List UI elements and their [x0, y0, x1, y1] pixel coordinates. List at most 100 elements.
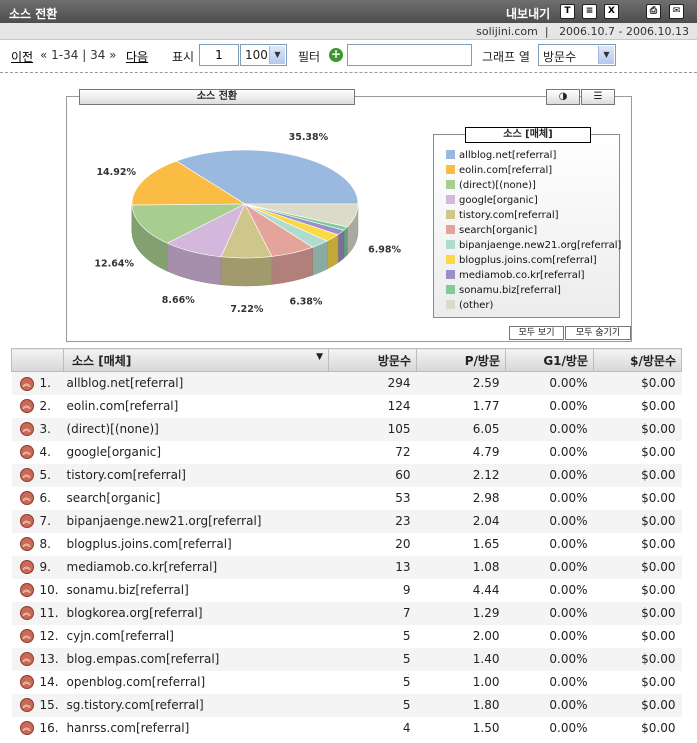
graph-column-select[interactable]: 방문수 ▼: [538, 44, 616, 66]
show-all-button[interactable]: 모두 보기: [509, 326, 564, 340]
legend-item[interactable]: (other): [446, 300, 621, 315]
value-per-visit-cell: $0.00: [593, 578, 682, 602]
value-per-visit-cell: $0.00: [593, 486, 682, 510]
value-per-visit-cell: $0.00: [593, 417, 682, 441]
source-cell[interactable]: blogkorea.org[referral]: [63, 601, 329, 625]
source-cell[interactable]: sonamu.biz[referral]: [63, 578, 329, 602]
table-row[interactable]: ︽ 1. allblog.net[referral] 294 2.59 0.00% $0.0…: [11, 371, 682, 395]
legend-item[interactable]: allblog.net[referral]: [446, 150, 621, 165]
email-icon[interactable]: ✉: [669, 4, 684, 19]
visits-cell: 23: [328, 509, 417, 533]
legend-item[interactable]: google[organic]: [446, 195, 621, 210]
source-cell[interactable]: sg.tistory.com[referral]: [63, 693, 329, 717]
legend-label: eolin.com[referral]: [459, 165, 553, 176]
row-menu-icon[interactable]: ︽: [19, 583, 34, 598]
legend-item[interactable]: sonamu.biz[referral]: [446, 285, 621, 300]
legend-item[interactable]: search[organic]: [446, 225, 621, 240]
row-menu-icon[interactable]: ︽: [19, 606, 34, 621]
row-menu-icon[interactable]: ︽: [19, 514, 34, 529]
value-per-visit-cell: $0.00: [593, 440, 682, 464]
table-row[interactable]: ︽ 14. openblog.com[referral] 5 1.00 0.00% $0.0…: [11, 670, 682, 694]
table-row[interactable]: ︽ 4. google[organic] 72 4.79 0.00% $0.00: [11, 440, 682, 464]
row-menu-icon[interactable]: ︽: [19, 491, 34, 506]
bar-view-icon[interactable]: ☰: [581, 89, 615, 105]
rank-number: 2.: [39, 398, 51, 413]
row-menu-icon[interactable]: ︽: [19, 721, 34, 736]
table-row[interactable]: ︽ 15. sg.tistory.com[referral] 5 1.80 0.00% $0…: [11, 693, 682, 717]
pie-slice-side: [343, 226, 348, 259]
legend-item[interactable]: mediamob.co.kr[referral]: [446, 270, 621, 285]
source-cell[interactable]: google[organic]: [63, 440, 329, 464]
table-row[interactable]: ︽ 7. bipanjaenge.new21.org[referral] 23 2.04…: [11, 509, 682, 533]
legend-swatch: [446, 180, 455, 189]
add-filter-icon[interactable]: +: [329, 48, 343, 62]
row-menu-icon[interactable]: ︽: [19, 560, 34, 575]
column-header-goal-per-visit[interactable]: G1/방문: [505, 348, 594, 372]
pie-view-icon[interactable]: ◑: [546, 89, 580, 105]
filter-input[interactable]: [347, 44, 472, 66]
print-icon[interactable]: ⎙: [646, 4, 661, 19]
sort-desc-icon[interactable]: ▼: [316, 352, 323, 362]
source-cell[interactable]: allblog.net[referral]: [63, 371, 329, 395]
source-cell[interactable]: tistory.com[referral]: [63, 463, 329, 487]
source-cell[interactable]: search[organic]: [63, 486, 329, 510]
table-row[interactable]: ︽ 11. blogkorea.org[referral] 7 1.29 0.00% $0.…: [11, 601, 682, 625]
column-header-pages-per-visit[interactable]: P/방문: [416, 348, 506, 372]
row-menu-icon[interactable]: ︽: [19, 652, 34, 667]
legend-item[interactable]: eolin.com[referral]: [446, 165, 621, 180]
visits-cell: 294: [328, 371, 417, 395]
legend-item[interactable]: blogplus.joins.com[referral]: [446, 255, 621, 270]
row-menu-icon[interactable]: ︽: [19, 422, 34, 437]
row-menu-icon[interactable]: ︽: [19, 445, 34, 460]
row-menu-icon[interactable]: ︽: [19, 537, 34, 552]
rank-cell: ︽ 4.: [11, 440, 64, 464]
visits-cell: 5: [328, 624, 417, 648]
rank-number: 15.: [39, 697, 59, 712]
legend-item[interactable]: tistory.com[referral]: [446, 210, 621, 225]
source-cell[interactable]: blog.empas.com[referral]: [63, 647, 329, 671]
source-cell[interactable]: mediamob.co.kr[referral]: [63, 555, 329, 579]
row-menu-icon[interactable]: ︽: [19, 468, 34, 483]
excel-export-icon[interactable]: X: [604, 4, 619, 19]
visits-cell: 5: [328, 693, 417, 717]
legend-item[interactable]: (direct)[(none)]: [446, 180, 621, 195]
page-size-select[interactable]: 100 ▼: [240, 44, 287, 66]
column-header-value-per-visit[interactable]: $/방문수: [593, 348, 682, 372]
start-row-input[interactable]: [199, 44, 239, 66]
column-header-visits[interactable]: 방문수: [328, 348, 417, 372]
rank-number: 5.: [39, 467, 51, 482]
source-cell[interactable]: openblog.com[referral]: [63, 670, 329, 694]
source-cell[interactable]: hanrss.com[referral]: [63, 716, 329, 740]
column-header-source[interactable]: 소스 [매체] ▼: [63, 348, 329, 372]
source-cell[interactable]: cyjn.com[referral]: [63, 624, 329, 648]
table-row[interactable]: ︽ 3. (direct)[(none)] 105 6.05 0.00% $0.00: [11, 417, 682, 441]
table-row[interactable]: ︽ 6. search[organic] 53 2.98 0.00% $0.00: [11, 486, 682, 510]
prev-link[interactable]: 이전: [11, 48, 33, 65]
source-cell[interactable]: eolin.com[referral]: [63, 394, 329, 418]
hide-all-button[interactable]: 모두 숨기기: [565, 326, 631, 340]
table-row[interactable]: ︽ 13. blog.empas.com[referral] 5 1.40 0.00% $0…: [11, 647, 682, 671]
row-menu-icon[interactable]: ︽: [19, 675, 34, 690]
next-link[interactable]: 다음: [126, 48, 148, 65]
row-menu-icon[interactable]: ︽: [19, 698, 34, 713]
txt-export-icon[interactable]: T: [560, 4, 575, 19]
source-cell[interactable]: blogplus.joins.com[referral]: [63, 532, 329, 556]
source-cell[interactable]: (direct)[(none)]: [63, 417, 329, 441]
legend-item[interactable]: bipanjaenge.new21.org[referral]: [446, 240, 621, 255]
row-menu-icon[interactable]: ︽: [19, 399, 34, 414]
pages-per-visit-cell: 1.08: [416, 555, 506, 579]
table-row[interactable]: ︽ 10. sonamu.biz[referral] 9 4.44 0.00% $0.00: [11, 578, 682, 602]
row-menu-icon[interactable]: ︽: [19, 629, 34, 644]
rank-number: 10.: [39, 582, 59, 597]
table-row[interactable]: ︽ 9. mediamob.co.kr[referral] 13 1.08 0.00% $0…: [11, 555, 682, 579]
table-row[interactable]: ︽ 16. hanrss.com[referral] 4 1.50 0.00% $0.00: [11, 716, 682, 740]
pages-per-visit-cell: 2.00: [416, 624, 506, 648]
table-row[interactable]: ︽ 5. tistory.com[referral] 60 2.12 0.00% $0.00: [11, 463, 682, 487]
table-row[interactable]: ︽ 12. cyjn.com[referral] 5 2.00 0.00% $0.00: [11, 624, 682, 648]
row-menu-icon[interactable]: ︽: [19, 376, 34, 391]
xml-export-icon[interactable]: ≡: [582, 4, 597, 19]
source-cell[interactable]: bipanjaenge.new21.org[referral]: [63, 509, 329, 533]
table-row[interactable]: ︽ 2. eolin.com[referral] 124 1.77 0.00% $0.00: [11, 394, 682, 418]
rank-number: 13.: [39, 651, 59, 666]
table-row[interactable]: ︽ 8. blogplus.joins.com[referral] 20 1.65 0.0…: [11, 532, 682, 556]
